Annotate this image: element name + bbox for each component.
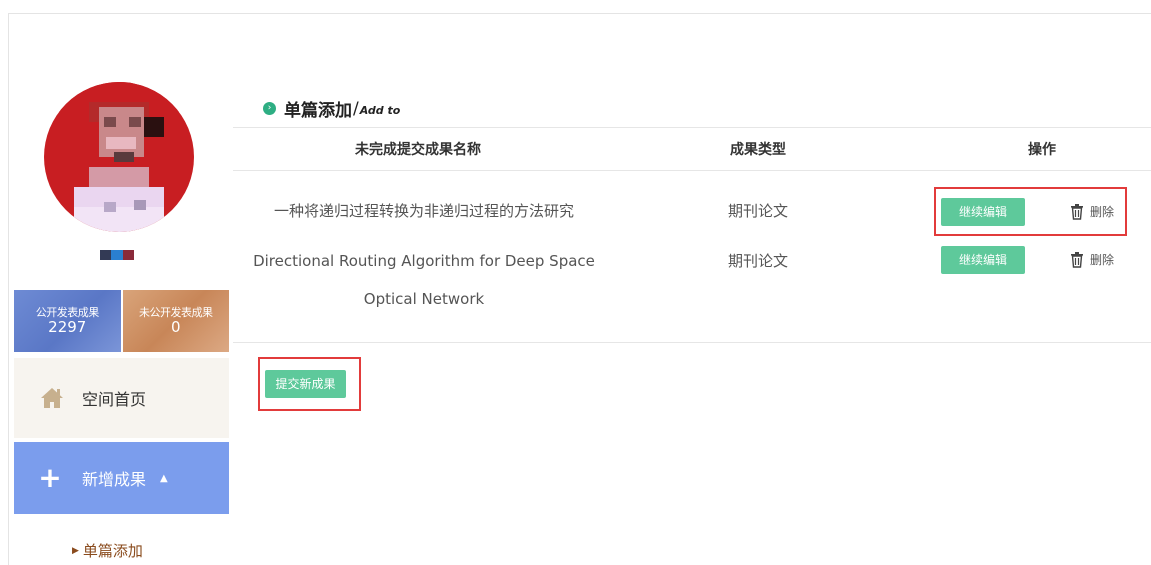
result-type: 期刊论文 xyxy=(728,202,789,220)
divider xyxy=(233,342,1151,343)
stats-panel: 公开发表成果 2297 未公开发表成果 0 xyxy=(14,290,229,352)
divider xyxy=(233,170,1151,171)
result-name-line: Optical Network xyxy=(363,290,485,308)
nav-add-label: 新增成果 xyxy=(82,470,147,489)
arrow-circle-icon: › xyxy=(263,102,276,115)
result-name-line: 一种将递归过程转换为非递归过程的方法研究 xyxy=(273,202,574,220)
stat-private-value: 0 xyxy=(170,318,181,336)
result-name: Directional Routing Algorithm for Deep S… xyxy=(233,242,615,318)
sidebar: 公开发表成果 2297 未公开发表成果 0 空间首页 + 新增成果 ▲ ▶ 单篇… xyxy=(14,14,229,565)
table-header: 未完成提交成果名称 成果类型 操作 xyxy=(233,140,1151,170)
left-border xyxy=(8,13,9,565)
trash-icon xyxy=(1071,251,1083,268)
table-row: Directional Routing Algorithm for Deep S… xyxy=(233,242,1151,322)
header-type: 成果类型 xyxy=(730,142,786,158)
highlight-box xyxy=(934,187,1127,236)
result-name-line: Directional Routing Algorithm for Deep S… xyxy=(253,252,595,270)
nav-item-home[interactable]: 空间首页 xyxy=(14,358,229,438)
nav-item-add-results[interactable]: + 新增成果 ▲ xyxy=(14,442,229,514)
section-title-cn: 单篇添加 xyxy=(284,101,352,121)
result-type: 期刊论文 xyxy=(728,252,789,270)
stat-private-results[interactable]: 未公开发表成果 0 xyxy=(122,290,229,352)
caret-up-icon: ▲ xyxy=(160,472,168,484)
section-title-slash: / xyxy=(353,98,359,119)
home-icon xyxy=(41,388,63,408)
avatar[interactable] xyxy=(44,82,194,232)
continue-edit-button[interactable]: 继续编辑 xyxy=(941,246,1025,274)
stat-public-value: 2297 xyxy=(48,318,87,336)
section-title-en: Add to xyxy=(359,104,401,117)
triangle-right-icon: ▶ xyxy=(72,545,79,556)
header-name: 未完成提交成果名称 xyxy=(355,142,481,158)
highlight-box xyxy=(258,357,361,411)
nav-sub-label: 单篇添加 xyxy=(82,542,143,560)
nav-subitem-single-add[interactable]: ▶ 单篇添加 xyxy=(72,540,143,561)
main-content: › 单篇添加 / Add to 未完成提交成果名称 成果类型 操作 一种将递归过… xyxy=(233,14,1151,565)
stat-public-results[interactable]: 公开发表成果 2297 xyxy=(14,290,121,352)
result-name: 一种将递归过程转换为非递归过程的方法研究 xyxy=(233,192,615,230)
plus-icon: + xyxy=(38,461,62,494)
divider xyxy=(233,127,1151,128)
header-action: 操作 xyxy=(1028,142,1056,158)
delete-button[interactable]: 删除 xyxy=(1070,251,1114,268)
avatar-name-redacted xyxy=(100,250,134,260)
nav-home-label: 空间首页 xyxy=(82,390,147,409)
section-title: › 单篇添加 / Add to xyxy=(263,96,400,121)
delete-label: 删除 xyxy=(1090,253,1115,267)
